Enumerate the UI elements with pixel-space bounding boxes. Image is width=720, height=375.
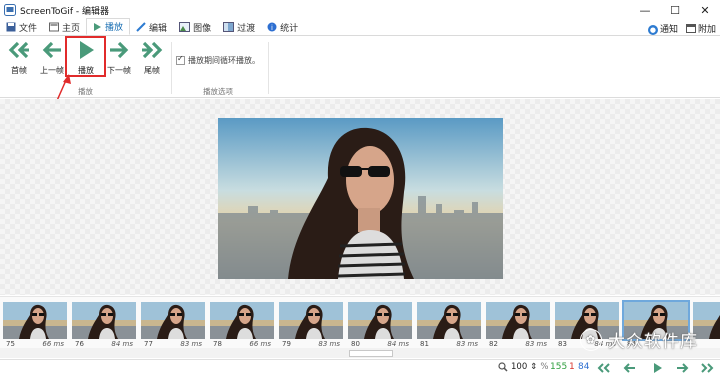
frame-thumbnail[interactable]: 77 83 ms (141, 302, 205, 350)
zoom-control[interactable]: 100 ⇕ % (498, 362, 548, 372)
thumbnail-image (417, 302, 481, 339)
frame-delay: 83 ms (525, 340, 547, 348)
arrow-right-icon (110, 41, 129, 59)
maximize-button[interactable]: ☐ (660, 0, 690, 20)
minimize-button[interactable]: — (630, 0, 660, 20)
pencil-icon (136, 22, 146, 32)
zoom-icon (498, 362, 508, 372)
first-frame-nav-icon[interactable] (597, 363, 611, 373)
title-bar: ScreenToGif - 编辑器 — ☐ ✕ (0, 0, 720, 20)
attach-icon (685, 23, 696, 33)
frame-count: 155 (550, 362, 568, 372)
thumbnail-image (3, 302, 67, 339)
close-button[interactable]: ✕ (690, 0, 720, 20)
tab-transition[interactable]: 过渡 (217, 19, 261, 35)
frame-index: 76 (75, 340, 84, 348)
app-logo-icon (4, 4, 16, 16)
frame-thumbnail[interactable]: 79 83 ms (279, 302, 343, 350)
thumbnail-image (72, 302, 136, 339)
frame-delay: 83 ms (318, 340, 340, 348)
status-bar: 100 ⇕ % 155 1 84 (0, 359, 720, 375)
tab-home[interactable]: 主页 (43, 19, 86, 35)
thumbnail-image (210, 302, 274, 339)
frame-delay: 83 ms (456, 340, 478, 348)
frame-index: 75 (6, 340, 15, 348)
current-frame-image (218, 118, 503, 279)
frame-index: 82 (489, 340, 498, 348)
group-divider (171, 42, 172, 94)
tab-statistics[interactable]: i 统计 (261, 19, 304, 35)
double-arrow-left-icon (8, 41, 29, 59)
highlight-box (65, 36, 106, 77)
frame-index: 77 (144, 340, 153, 348)
thumbnail-image (141, 302, 205, 339)
save-icon (6, 22, 16, 32)
frame-thumbnail[interactable]: 76 84 ms (72, 302, 136, 350)
first-frame-button[interactable]: 首帧 (2, 40, 36, 80)
play-icon (94, 22, 102, 31)
notify-button[interactable]: ● 通知 (647, 22, 678, 35)
watermark: ✿ 大众软件库 (580, 327, 698, 352)
attach-button[interactable]: 附加 (685, 22, 716, 35)
zoom-spinner-icon[interactable]: ⇕ (530, 362, 537, 372)
notification-icon: ● (647, 24, 658, 35)
tab-edit[interactable]: 编辑 (130, 19, 173, 35)
thumbnail-image (348, 302, 412, 339)
frame-index: 81 (420, 340, 429, 348)
frame-thumbnail[interactable]: 82 83 ms (486, 302, 550, 350)
tab-play[interactable]: 播放 (86, 18, 131, 35)
tab-image[interactable]: 图像 (173, 19, 217, 35)
frame-index: 79 (282, 340, 291, 348)
frame-delay: 83 ms (180, 340, 202, 348)
group-divider-2 (268, 42, 269, 94)
next-frame-button[interactable]: 下一帧 (102, 40, 136, 80)
home-icon (49, 22, 60, 32)
wechat-logo-icon: ✿ (580, 328, 602, 351)
thumbnail-image (279, 302, 343, 339)
frame-delay: 66 ms (249, 340, 271, 348)
zoom-unit: % (540, 362, 549, 372)
previous-frame-nav-icon[interactable] (622, 363, 636, 373)
last-frame-nav-icon[interactable] (700, 363, 714, 373)
frame-canvas (0, 99, 720, 295)
image-icon (179, 22, 191, 32)
thumbnail-image (486, 302, 550, 339)
svg-text:i: i (271, 24, 273, 32)
double-arrow-right-icon (142, 41, 163, 59)
selected-count: 1 (569, 362, 575, 372)
next-frame-nav-icon[interactable] (676, 363, 690, 373)
group-label-play: 播放 (78, 87, 93, 96)
frame-delay: 84 ms (111, 340, 133, 348)
last-frame-button[interactable]: 尾帧 (135, 40, 169, 80)
frame-delay: 66 ms (42, 340, 64, 348)
frame-index: 80 (351, 340, 360, 348)
loop-playback-option[interactable]: 播放期间循环播放。 (176, 54, 260, 66)
zoom-value[interactable]: 100 (511, 362, 527, 372)
tab-file[interactable]: 文件 (0, 19, 43, 35)
frame-index: 83 (558, 340, 567, 348)
window-controls: — ☐ ✕ (630, 0, 720, 20)
window-title: ScreenToGif - 编辑器 (20, 6, 110, 17)
tab-right-area: ● 通知 附加 (647, 20, 716, 36)
ribbon-panel: 首帧 上一帧 播放 下一帧 尾帧 播放 播放期间循环播放。 播放选项 (0, 36, 720, 98)
frame-thumbnail[interactable]: 78 66 ms (210, 302, 274, 350)
arrow-left-icon (42, 41, 61, 59)
frame-delay: 84 ms (387, 340, 409, 348)
frame-thumbnail[interactable]: 80 84 ms (348, 302, 412, 350)
frame-thumbnail[interactable]: 81 83 ms (417, 302, 481, 350)
ribbon-tabs: 文件 主页 播放 编辑 图像 过渡 i 统计 ● 通知 附加 (0, 18, 720, 36)
group-label-options: 播放选项 (203, 87, 233, 96)
scrollbar-thumb[interactable] (349, 350, 393, 357)
frame-thumbnail[interactable]: 75 66 ms (3, 302, 67, 350)
play-nav-icon[interactable] (650, 363, 664, 373)
transition-icon (223, 22, 235, 32)
frame-index: 78 (213, 340, 222, 348)
current-frame-number: 84 (578, 362, 590, 372)
loop-checkbox[interactable] (176, 54, 185, 65)
info-icon: i (267, 22, 277, 32)
